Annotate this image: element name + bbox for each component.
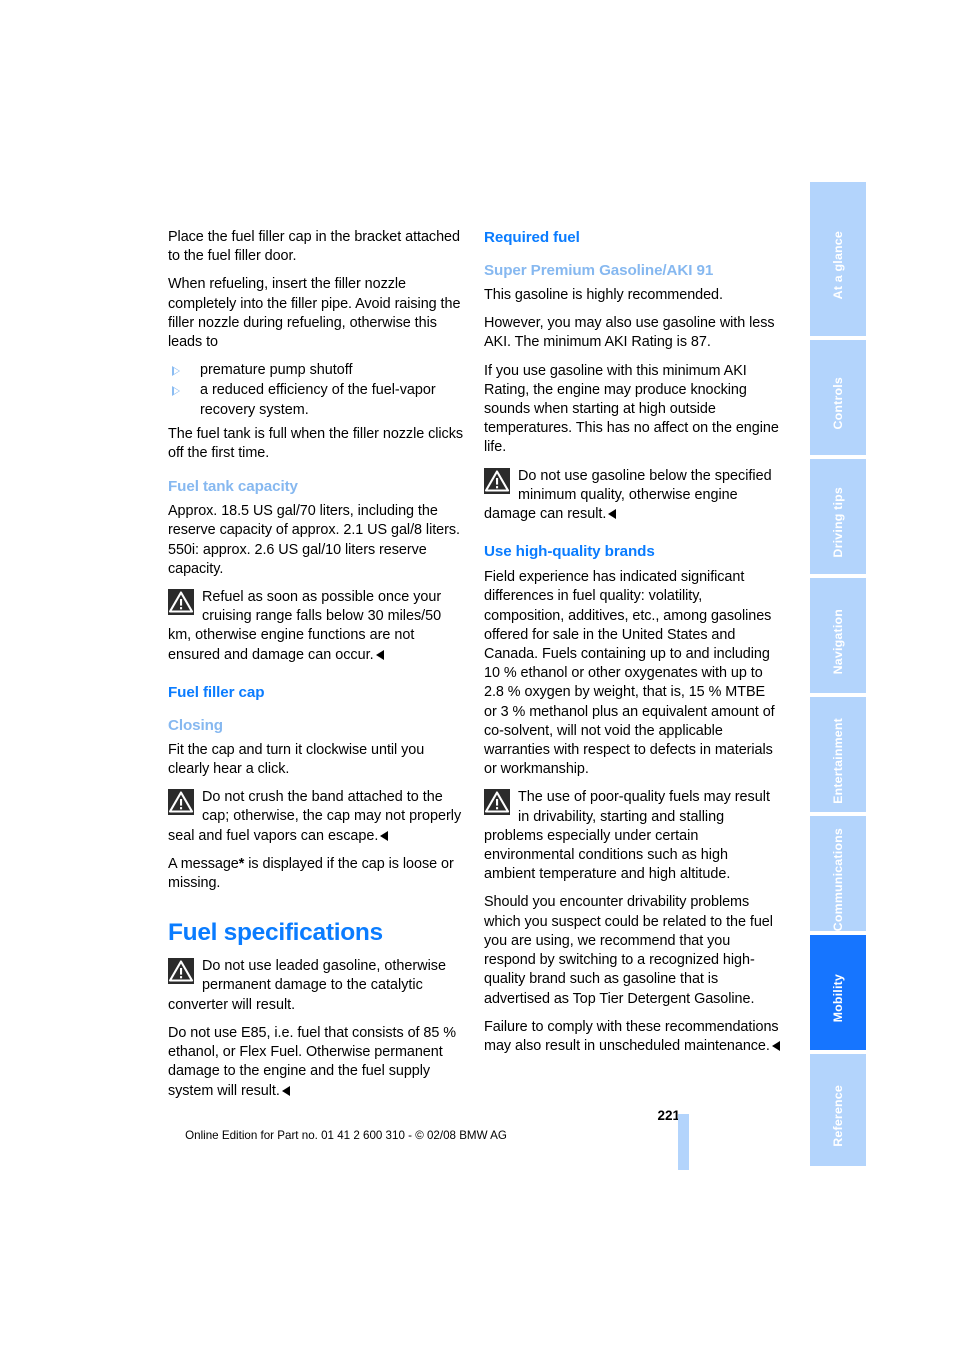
paragraph-tank-full: The fuel tank is full when the filler no… <box>168 425 463 462</box>
manual-page: Place the fuel filler cap in the bracket… <box>0 0 954 1350</box>
heading-closing: Closing <box>168 716 223 734</box>
warning-text: The use of poor-quality fuels may result… <box>484 789 770 883</box>
warning-triangle-icon <box>168 789 194 816</box>
list-item: premature pump shutoff <box>168 361 464 380</box>
list-item-label: premature pump shutoff <box>200 362 353 379</box>
warning-text: Do not use gasoline below the specified … <box>484 467 772 523</box>
chapter-tab-sidebar: At a glance Controls Driving tips Naviga… <box>810 182 866 1170</box>
warning-end-marker-icon <box>380 830 389 841</box>
sidebar-item-communications[interactable]: Communications <box>810 816 866 935</box>
sidebar-item-mobility[interactable]: Mobility <box>810 935 866 1054</box>
paragraph-should-you: Should you encounter drivability problem… <box>484 894 773 1007</box>
paragraph-failure: Failure to comply with these recommendat… <box>484 1018 780 1056</box>
paragraph-e85: Do not use E85, i.e. fuel that consists … <box>168 1024 464 1101</box>
sidebar-item-label: Driving tips <box>831 487 845 558</box>
sidebar-item-reference[interactable]: Reference <box>810 1054 866 1166</box>
left-text-column: Place the fuel filler cap in the bracket… <box>168 228 464 1110</box>
list-item: a reduced efficiency of the fuel-vapor r… <box>168 381 464 419</box>
paragraph-message-part1: A message <box>168 855 239 872</box>
triangle-bullet-icon <box>172 366 180 377</box>
paragraph-knocking: If you use gasoline with this minimum AK… <box>484 362 779 456</box>
warning-triangle-icon <box>484 467 510 494</box>
paragraph-refueling: When refueling, insert the filler nozzle… <box>168 276 461 351</box>
heading-use-high-quality-brands: Use high-quality brands <box>484 543 655 561</box>
warning-poor-quality: The use of poor-quality fuels may result… <box>484 788 780 884</box>
heading-required-fuel: Required fuel <box>484 229 580 246</box>
warning-min-quality: Do not use gasoline below the specified … <box>484 467 780 525</box>
page-number: 221 <box>657 1108 680 1123</box>
sidebar-item-entertainment[interactable]: Entertainment <box>810 697 866 816</box>
sidebar-item-label: Communications <box>831 827 845 932</box>
warning-end-marker-icon <box>608 509 617 520</box>
warning-end-marker-icon <box>375 649 384 660</box>
warning-text: Refuel as soon as possible once your cru… <box>168 589 442 663</box>
paragraph-place-cap: Place the fuel filler cap in the bracket… <box>168 229 460 265</box>
sidebar-item-label: Navigation <box>831 608 845 675</box>
list-item-label: a reduced efficiency of the fuel-vapor r… <box>200 382 436 418</box>
heading-fuel-filler-cap: Fuel filler cap <box>168 683 265 701</box>
warning-leaded: Do not use leaded gasoline, otherwise pe… <box>168 957 464 1015</box>
paragraph-capacity: Approx. 18.5 US gal/70 liters, including… <box>168 503 460 577</box>
sidebar-item-label: Entertainment <box>831 717 845 804</box>
sidebar-item-label: At a glance <box>831 230 845 300</box>
paragraph-field-experience: Field experience has indicated significa… <box>484 569 775 778</box>
paragraph-e85-text: Do not use E85, i.e. fuel that consists … <box>168 1024 457 1099</box>
warning-text: Do not use leaded gasoline, otherwise pe… <box>168 958 447 1013</box>
paragraph-message: A message* is displayed if the cap is lo… <box>168 855 464 893</box>
warning-end-marker-icon <box>771 1040 780 1051</box>
bullet-list-refueling: premature pump shutoff a reduced efficie… <box>168 361 464 420</box>
sidebar-item-at-a-glance[interactable]: At a glance <box>810 182 866 340</box>
page-title: Fuel specifications <box>168 919 383 947</box>
warning-refuel: Refuel as soon as possible once your cru… <box>168 588 464 665</box>
paragraph-recommended: This gasoline is highly recommended. <box>484 287 723 303</box>
warning-text: Do not crush the band attached to the ca… <box>168 789 462 844</box>
warning-band: Do not crush the band attached to the ca… <box>168 788 464 846</box>
sidebar-item-driving-tips[interactable]: Driving tips <box>810 459 866 578</box>
paragraph-failure-text: Failure to comply with these recommendat… <box>484 1018 779 1054</box>
heading-super-premium-gasoline: Super Premium Gasoline/AKI 91 <box>484 262 714 279</box>
sidebar-item-label: Reference <box>831 1085 845 1147</box>
sidebar-item-controls[interactable]: Controls <box>810 340 866 459</box>
warning-end-marker-icon <box>281 1085 290 1096</box>
sidebar-item-label: Controls <box>831 377 845 430</box>
paragraph-fit-cap: Fit the cap and turn it clockwise until … <box>168 741 425 778</box>
warning-triangle-icon <box>484 789 510 816</box>
warning-triangle-icon <box>168 589 194 616</box>
triangle-bullet-icon <box>172 386 180 397</box>
paragraph-less-aki: However, you may also use gasoline with … <box>484 315 775 351</box>
warning-triangle-icon <box>168 958 194 985</box>
right-text-column: Required fuel Super Premium Gasoline/AKI… <box>484 228 780 1065</box>
sidebar-item-navigation[interactable]: Navigation <box>810 578 866 697</box>
sidebar-item-label: Mobility <box>831 974 845 1023</box>
heading-fuel-tank-capacity: Fuel tank capacity <box>168 478 298 496</box>
